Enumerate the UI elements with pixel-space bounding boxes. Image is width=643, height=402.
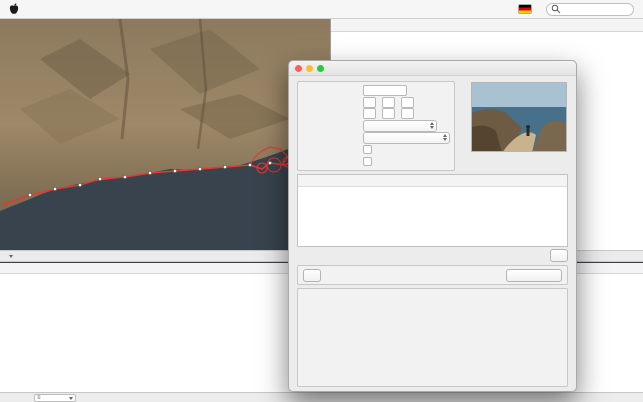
zoom-button[interactable] [317,65,324,72]
shift-month-input[interactable] [382,97,395,108]
shift-second-input[interactable] [401,108,414,119]
close-button[interactable] [295,65,302,72]
dialog-body [289,76,576,391]
preview-photo [471,82,567,152]
chevron-down-icon [69,397,73,400]
auto-find-tracks-checkbox[interactable] [363,157,372,166]
batch-options-button[interactable] [303,269,321,282]
pool-of-photos-dialog [288,60,577,392]
search-icon [551,4,561,14]
minimize-button[interactable] [306,65,313,72]
chevron-down-icon [9,255,13,258]
map-canvas[interactable] [0,19,330,250]
map-type-select[interactable] [6,255,13,258]
dialog-titlebar[interactable] [289,61,576,76]
photo-table-header [331,19,643,32]
spotlight-search[interactable] [546,3,634,16]
start-button[interactable] [506,269,562,282]
options-group [297,81,455,171]
input-source-flag-icon[interactable] [518,4,532,14]
shift-year-input[interactable] [363,97,376,108]
chevron-updown-icon [443,134,447,141]
apple-menu-icon[interactable] [9,3,19,15]
location-group [297,288,568,387]
list-options-select[interactable]: ≡ [34,394,76,402]
clear-list-button[interactable] [550,249,568,262]
shift-minute-input[interactable] [382,108,395,119]
chevron-updown-icon [430,122,434,129]
shift-hour-input[interactable] [363,108,376,119]
pool-photos-table [297,174,568,247]
list-icon: ≡ [37,395,41,401]
menu-bar [0,0,643,19]
shift-mode-select[interactable] [363,120,437,132]
geotag-mode-select[interactable] [363,132,450,144]
search-input[interactable] [563,4,625,14]
batch-processing-group [297,265,568,285]
center-map-checkbox[interactable] [363,145,372,154]
status-bar: ≡ [0,392,643,402]
pool-photos-header [298,175,567,187]
menu-bar-status-area [511,3,634,16]
shift-day-input[interactable] [401,97,414,108]
time-zone-input[interactable] [363,85,407,96]
map-area[interactable] [0,19,330,250]
